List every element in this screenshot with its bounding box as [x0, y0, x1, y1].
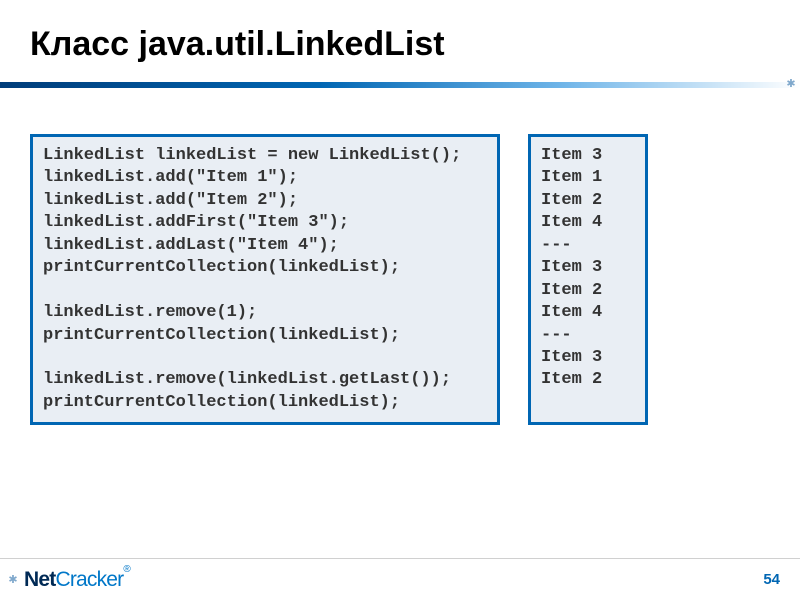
logo-registered-icon: ®	[123, 564, 130, 575]
footer-marker-icon: ✱	[6, 573, 20, 587]
slide-footer: ✱ NetCracker® 54	[0, 558, 800, 600]
logo-part-net: Net	[24, 568, 55, 591]
code-block: LinkedList linkedList = new LinkedList()…	[30, 134, 500, 425]
page-number: 54	[763, 571, 780, 588]
slide-title: Класс java.util.LinkedList	[0, 0, 800, 82]
divider-marker-icon: ✱	[784, 76, 798, 90]
content-area: LinkedList linkedList = new LinkedList()…	[0, 88, 800, 425]
logo-part-cracker: Cracker	[55, 568, 123, 591]
title-divider: ✱	[0, 82, 800, 88]
output-block: Item 3 Item 1 Item 2 Item 4 --- Item 3 I…	[528, 134, 648, 425]
footer-left: ✱ NetCracker®	[6, 568, 130, 592]
logo: NetCracker®	[24, 568, 130, 592]
